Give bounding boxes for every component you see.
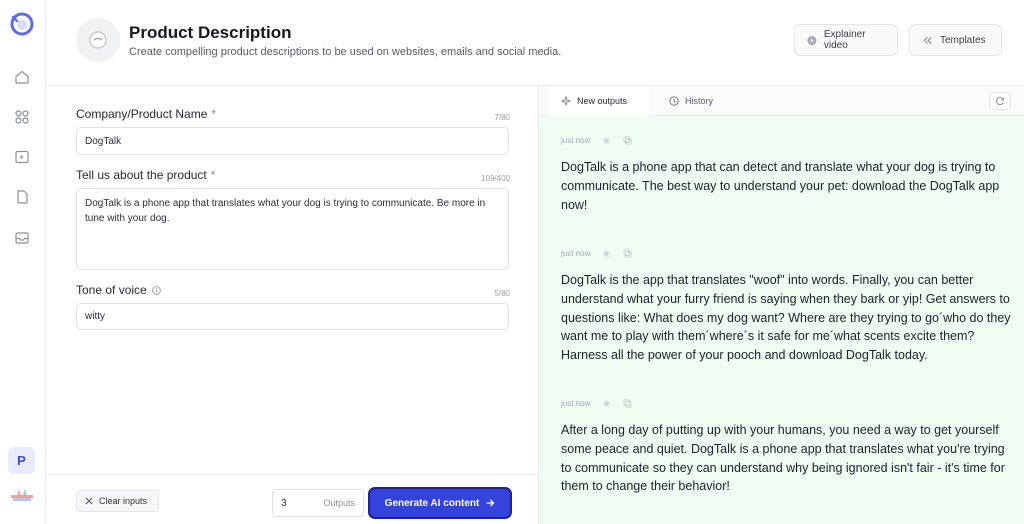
tab-new-outputs-label: New outputs (577, 96, 628, 106)
apps-icon[interactable] (14, 109, 30, 125)
clear-inputs-button[interactable]: Clear inputs (76, 490, 159, 512)
required-mark: * (210, 168, 216, 182)
sparkle-icon (561, 96, 571, 106)
output-timestamp: just now (561, 398, 591, 408)
tab-history-label: History (685, 96, 714, 106)
company-name-value: DogTalk (85, 135, 122, 147)
output-timestamp: just now (561, 248, 591, 258)
generate-label: Generate AI content (384, 497, 480, 509)
output-text: After a long day of putting up with your… (561, 423, 1005, 494)
input-form: Company/Product Name * 7/80 DogTalk Tell … (46, 86, 538, 474)
about-product-value: DogTalk is a phone app that translates w… (85, 198, 486, 224)
star-icon[interactable] (602, 136, 611, 145)
refresh-icon (996, 97, 1005, 105)
tab-new-outputs[interactable]: New outputs (549, 86, 649, 116)
play-circle-icon (807, 35, 817, 45)
page-title: Product Description (129, 23, 292, 42)
star-icon[interactable] (602, 399, 611, 408)
outputs-count-input[interactable]: 3 Outputs (272, 489, 364, 517)
play-icon[interactable] (14, 149, 30, 165)
tone-of-voice-label: Tone of voice (76, 283, 161, 297)
company-name-input[interactable]: DogTalk (76, 127, 509, 155)
about-product-counter: 109/400 (481, 174, 510, 183)
company-name-counter: 7/80 (494, 113, 510, 122)
star-icon[interactable] (602, 249, 611, 258)
page-subtitle: Create compelling product descriptions t… (129, 46, 562, 58)
document-icon[interactable] (14, 189, 30, 205)
refresh-button[interactable] (989, 92, 1011, 110)
outputs-count-label: Outputs (323, 498, 355, 508)
sidebar-rail: P (0, 0, 46, 524)
app-window: P Product Description Create compelling … (0, 0, 1024, 524)
templates-label: Templates (940, 34, 986, 46)
output-card: just now DogTalk is the app that transla… (561, 247, 1016, 365)
copy-icon[interactable] (623, 398, 632, 408)
tab-history[interactable]: History (657, 86, 725, 116)
tone-of-voice-counter: 5/80 (494, 289, 510, 298)
home-icon[interactable] (14, 69, 30, 85)
clock-icon (669, 96, 679, 106)
about-product-textarea[interactable]: DogTalk is a phone app that translates w… (76, 188, 509, 270)
output-timestamp: just now (561, 135, 591, 145)
chevrons-left-icon (923, 36, 932, 44)
copy-icon[interactable] (623, 135, 632, 145)
company-name-label: Company/Product Name * (76, 107, 217, 121)
output-card: just now DogTalk is a phone app that can… (561, 134, 1016, 214)
close-icon (85, 497, 93, 505)
output-card: just now After a long day of putting up … (561, 397, 1016, 496)
books-icon[interactable] (9, 484, 35, 504)
about-product-label: Tell us about the product * (76, 168, 216, 182)
output-text: DogTalk is a phone app that can detect a… (561, 160, 1000, 212)
info-icon[interactable] (151, 286, 161, 295)
form-footer: Clear inputs 3 Outputs Generate AI conte… (46, 474, 538, 524)
app-logo-icon[interactable] (8, 10, 36, 38)
tone-of-voice-input[interactable]: witty (76, 303, 509, 330)
templates-button[interactable]: Templates (909, 24, 1002, 56)
output-text: DogTalk is the app that translates "woof… (561, 273, 1011, 363)
explainer-video-button[interactable]: Explainer video (794, 24, 898, 56)
output-tabs: New outputs History (539, 86, 1024, 116)
clear-inputs-label: Clear inputs (99, 496, 148, 506)
arrow-right-icon (486, 499, 495, 507)
explainer-video-label: Explainer video (823, 29, 866, 51)
page-header: Product Description Create compelling pr… (46, 0, 1024, 86)
tone-of-voice-value: witty (85, 311, 105, 322)
generate-ai-content-button[interactable]: Generate AI content (370, 489, 510, 517)
copy-icon[interactable] (623, 248, 632, 258)
inbox-icon[interactable] (14, 230, 30, 246)
output-panel: New outputs History just now DogTalk is … (538, 86, 1024, 524)
required-mark: * (211, 107, 217, 121)
outputs-count-value: 3 (281, 497, 287, 509)
user-avatar[interactable]: P (8, 447, 35, 474)
product-template-icon (76, 18, 120, 62)
